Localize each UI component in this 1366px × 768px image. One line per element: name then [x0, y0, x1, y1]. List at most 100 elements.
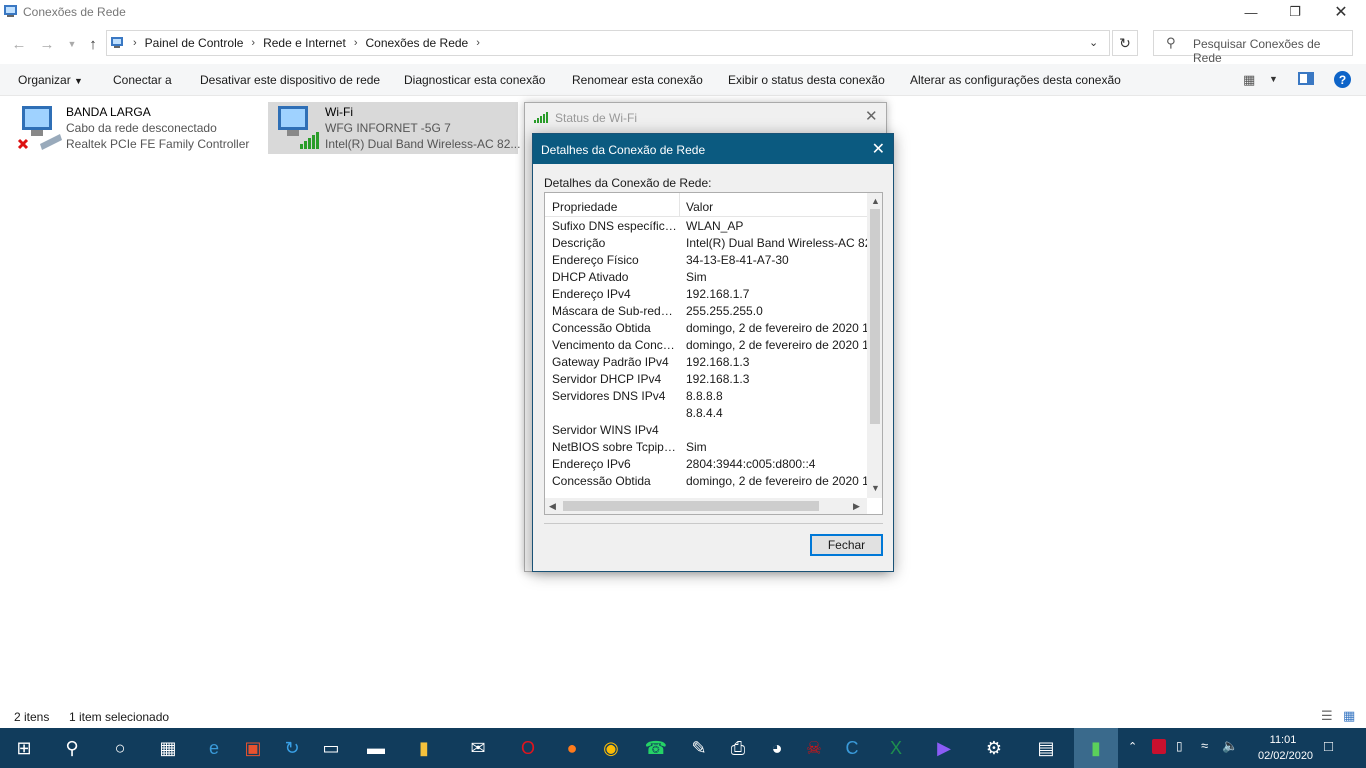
edge-icon[interactable]: e — [194, 728, 234, 768]
list-item[interactable]: Servidores DNS IPv4 8.8.8.8 — [545, 389, 867, 406]
property-cell: Endereço Físico — [552, 253, 639, 267]
list-item[interactable]: Sufixo DNS específico à... WLAN_AP — [545, 219, 867, 236]
horizontal-scrollbar[interactable]: ◀ ▶ — [545, 498, 867, 514]
close-button[interactable]: Fechar — [810, 534, 883, 556]
connection-item-wifi[interactable]: Wi-Fi WFG INFORNET -5G 7 Intel(R) Dual B… — [268, 102, 520, 154]
list-item[interactable]: NetBIOS sobre Tcpip H... Sim — [545, 440, 867, 457]
organize-menu[interactable]: Organizar ▼ — [18, 73, 83, 87]
list-item[interactable]: DHCP Ativado Sim — [545, 270, 867, 287]
diagnose-button[interactable]: Diagnosticar esta conexão — [404, 73, 545, 87]
list-item[interactable]: Servidor DHCP IPv4 192.168.1.3 — [545, 372, 867, 389]
disable-device-button[interactable]: Desativar este dispositivo de rede — [200, 73, 380, 87]
wifi-signal-icon[interactable]: ▮ — [1074, 728, 1118, 768]
list-item[interactable]: Máscara de Sub-rede IP... 255.255.255.0 — [545, 304, 867, 321]
horizontal-scroll-thumb[interactable] — [563, 501, 819, 511]
column-divider[interactable] — [679, 193, 680, 217]
view-status-button[interactable]: Exibir o status desta conexão — [728, 73, 885, 87]
address-dropdown-icon[interactable]: ⌄ — [1089, 36, 1098, 49]
column-header-property[interactable]: Propriedade — [552, 200, 617, 214]
battery-icon[interactable]: ▯ — [1176, 739, 1183, 753]
title-bar: Conexões de Rede — ❐ ✕ — [0, 0, 1366, 24]
list-item[interactable]: Endereço Físico 34-13-E8-41-A7-30 — [545, 253, 867, 270]
chrome-icon[interactable]: ◉ — [591, 728, 631, 768]
search-input[interactable]: ⚲ Pesquisar Conexões de Rede — [1153, 30, 1353, 65]
breadcrumb-network-internet[interactable]: Rede e Internet — [255, 36, 354, 50]
antivirus-icon[interactable]: ☠ — [794, 728, 834, 768]
printer-icon[interactable]: ⎙ — [718, 728, 758, 768]
list-item[interactable]: Gateway Padrão IPv4 192.168.1.3 — [545, 355, 867, 372]
tiles-view-icon[interactable]: ▦ — [1343, 708, 1355, 724]
connect-button[interactable]: Conectar a — [113, 73, 172, 87]
breadcrumb-control-panel[interactable]: Painel de Controle — [137, 36, 252, 50]
folder-icon[interactable]: ▮ — [404, 728, 444, 768]
breadcrumb-network-connections[interactable]: Conexões de Rede — [357, 36, 476, 50]
view-options-icon[interactable]: ▦ — [1243, 72, 1255, 88]
scroll-right-icon[interactable]: ▶ — [853, 501, 860, 512]
forward-arrow-icon[interactable]: → — [37, 34, 57, 54]
cortana-icon[interactable]: ○ — [100, 728, 140, 768]
network-connections-icon[interactable]: ▤ — [1026, 728, 1066, 768]
details-list[interactable]: Propriedade Valor Sufixo DNS específico … — [544, 192, 883, 515]
task-view-icon[interactable]: ▦ — [148, 728, 188, 768]
refresh-button[interactable]: ↻ — [1112, 30, 1138, 56]
list-item[interactable]: Descrição Intel(R) Dual Band Wireless-AC … — [545, 236, 867, 253]
list-item[interactable]: Vencimento da Concess... domingo, 2 de fe… — [545, 338, 867, 355]
list-item[interactable]: Endereço IPv4 192.168.1.7 — [545, 287, 867, 304]
close-icon[interactable]: ✕ — [865, 107, 878, 125]
view-dropdown-icon[interactable]: ▼ — [1269, 74, 1278, 84]
list-item[interactable]: Servidor WINS IPv4 — [545, 423, 867, 440]
back-arrow-icon[interactable]: ← — [9, 34, 29, 54]
scroll-left-icon[interactable]: ◀ — [549, 501, 556, 512]
details-view-icon[interactable]: ☰ — [1321, 708, 1333, 724]
search-icon[interactable]: ⚲ — [52, 728, 92, 768]
help-icon[interactable]: ? — [1334, 71, 1351, 88]
settings-icon[interactable]: ⚙ — [974, 728, 1014, 768]
sync-icon[interactable]: ↻ — [272, 728, 312, 768]
column-header-value[interactable]: Valor — [686, 200, 713, 214]
dialog-title: Detalhes da Conexão de Rede — [541, 143, 706, 157]
volume-icon[interactable]: 🔈 — [1222, 738, 1238, 754]
address-bar[interactable]: › Painel de Controle › Rede e Internet ›… — [106, 30, 1110, 56]
excel-icon[interactable]: X — [876, 728, 916, 768]
paint-icon[interactable]: ✎ — [679, 728, 719, 768]
rename-button[interactable]: Renomear esta conexão — [572, 73, 703, 87]
computer-icon[interactable]: ▭ — [311, 728, 351, 768]
speedometer-icon[interactable]: ◕ — [757, 728, 797, 768]
close-window-button[interactable]: ✕ — [1318, 0, 1364, 24]
recent-locations-icon[interactable]: ▼ — [62, 34, 82, 54]
list-item[interactable]: Concessão Obtida domingo, 2 de fevereiro … — [545, 474, 867, 491]
ccleaner-icon[interactable]: C — [832, 728, 872, 768]
mcafee-tray-icon[interactable] — [1152, 739, 1166, 754]
minimize-button[interactable]: — — [1228, 0, 1274, 24]
vertical-scroll-thumb[interactable] — [870, 209, 880, 424]
restore-button[interactable]: ❐ — [1272, 0, 1318, 24]
opera-icon[interactable]: O — [508, 728, 548, 768]
firefox-icon[interactable]: ● — [552, 728, 592, 768]
app-red-icon[interactable]: ▣ — [233, 728, 273, 768]
list-item[interactable]: 8.8.4.4 — [545, 406, 867, 423]
list-item[interactable]: Endereço IPv6 2804:3944:c005:d800::4 — [545, 457, 867, 474]
list-item[interactable]: Concessão Obtida domingo, 2 de fevereiro … — [545, 321, 867, 338]
value-cell: domingo, 2 de fevereiro de 2020 10:5 — [686, 321, 867, 335]
connection-item-broadband[interactable]: BANDA LARGA Cabo da rede desconectado Re… — [14, 102, 254, 154]
vertical-scrollbar[interactable]: ▲ ▼ — [867, 193, 882, 498]
up-arrow-icon[interactable]: ↑ — [83, 34, 103, 54]
value-cell: domingo, 2 de fevereiro de 2020 18:5 — [686, 338, 867, 352]
media-icon[interactable]: ▶ — [924, 728, 964, 768]
value-cell: Sim — [686, 440, 707, 454]
mail-icon[interactable]: ✉ — [458, 728, 498, 768]
change-settings-button[interactable]: Alterar as configurações desta conexão — [910, 73, 1121, 87]
clock[interactable]: 11:01 02/02/2020 — [1258, 732, 1313, 764]
notifications-icon[interactable]: □ — [1324, 738, 1333, 755]
show-hidden-icons-icon[interactable]: ⌃ — [1128, 740, 1137, 753]
scroll-down-icon[interactable]: ▼ — [871, 483, 880, 493]
value-cell: 8.8.8.8 — [686, 389, 723, 403]
close-icon[interactable]: ✕ — [872, 139, 885, 159]
drive-icon[interactable]: ▬ — [356, 728, 396, 768]
whatsapp-icon[interactable]: ☎ — [636, 728, 676, 768]
windows-start-icon[interactable]: ⊞ — [4, 728, 44, 768]
wifi-tray-icon[interactable]: ≈ — [1201, 738, 1208, 753]
scroll-up-icon[interactable]: ▲ — [871, 196, 880, 206]
clock-time: 11:01 — [1269, 734, 1297, 746]
preview-pane-icon[interactable] — [1298, 72, 1314, 85]
